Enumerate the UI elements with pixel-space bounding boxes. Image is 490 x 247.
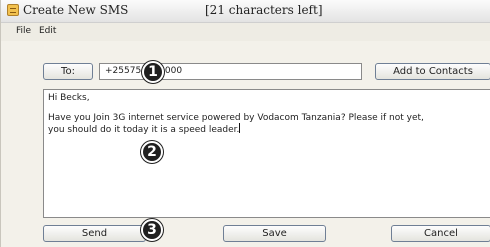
window-title: Create New SMS (23, 3, 129, 17)
add-to-contacts-button[interactable]: Add to Contacts (375, 63, 490, 80)
title-bar: Create New SMS [21 characters left] (1, 0, 490, 23)
menu-edit[interactable]: Edit (39, 26, 56, 36)
step-marker-1: 1 (142, 61, 164, 83)
save-button[interactable]: Save (223, 225, 326, 242)
sms-app-icon (7, 4, 19, 16)
send-button[interactable]: Send (43, 225, 146, 242)
message-line-2: you should do it today it is a speed lea… (48, 125, 240, 135)
recipient-number-field[interactable]: +25575 0000 (99, 63, 362, 80)
message-greeting: Hi Becks, (48, 93, 90, 103)
menu-bar: File Edit (1, 23, 490, 41)
recipient-number-text: +25575 (105, 66, 142, 76)
menu-file[interactable]: File (16, 26, 31, 36)
message-line-1: Have you Join 3G internet service powere… (48, 113, 424, 123)
step-marker-3: 3 (141, 219, 163, 241)
cancel-button[interactable]: Cancel (391, 225, 490, 242)
characters-left-counter: [21 characters left] (205, 3, 323, 17)
step-marker-2: 2 (141, 141, 163, 163)
message-textarea[interactable]: Hi Becks, Have you Join 3G internet serv… (43, 89, 490, 218)
text-cursor (239, 123, 241, 133)
sms-window: Create New SMS [21 characters left] File… (0, 0, 490, 247)
to-button[interactable]: To: (43, 63, 93, 80)
